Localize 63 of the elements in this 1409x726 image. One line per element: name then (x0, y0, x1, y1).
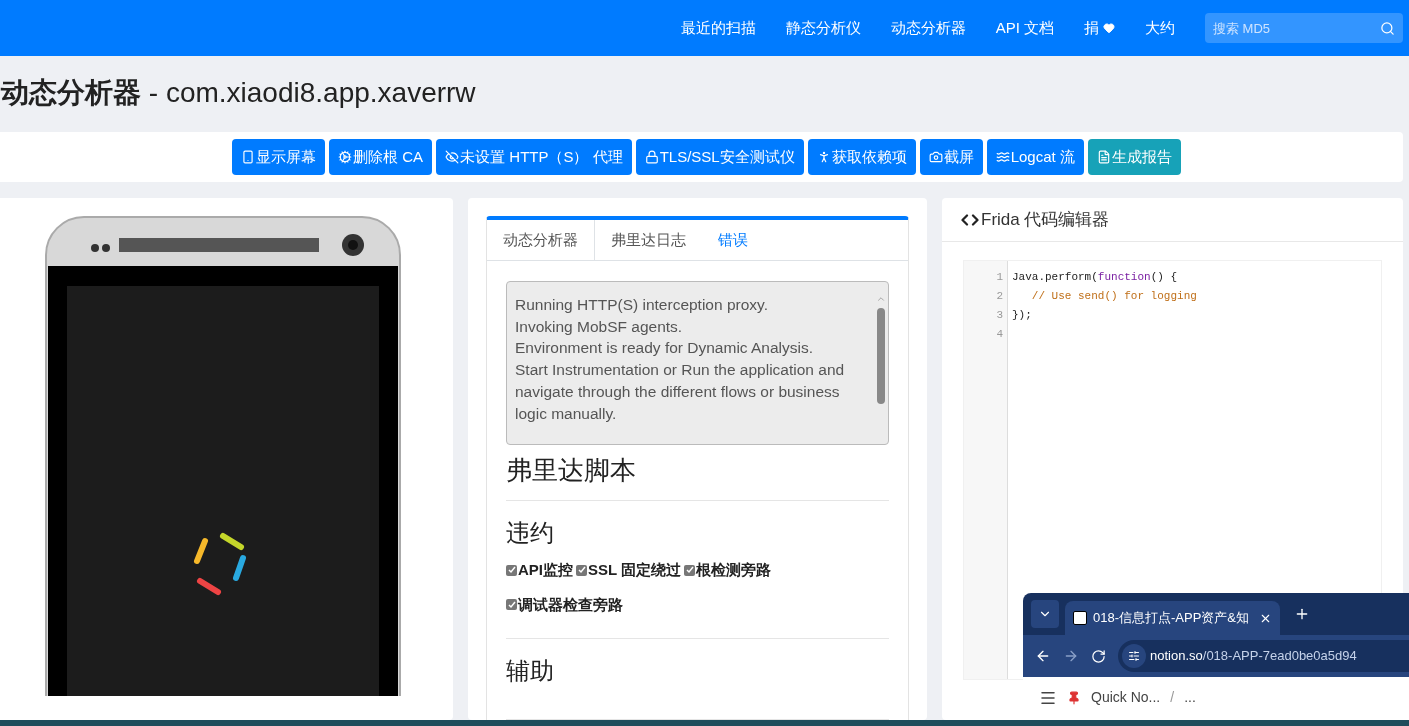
script-checkbox[interactable]: SSL 固定绕过 (576, 559, 682, 582)
document-icon (1096, 150, 1111, 164)
script-checkbox[interactable]: 根检测旁路 (684, 559, 772, 582)
code-token: () { (1150, 270, 1178, 285)
scripts-heading: 弗里达脚本 (506, 451, 889, 501)
action-button[interactable]: 删除根 CA (329, 139, 433, 175)
reload-icon[interactable] (1091, 648, 1106, 664)
line-number: 1 (995, 270, 1003, 285)
tab[interactable]: 弗里达日志 (595, 220, 702, 260)
action-button[interactable]: TLS/SSL安全测试仪 (635, 139, 804, 175)
new-tab-icon[interactable] (1294, 606, 1310, 622)
checkbox[interactable] (506, 564, 517, 576)
nav-link[interactable]: API 文档 (995, 16, 1054, 40)
nav-link[interactable]: 捐 (1084, 16, 1115, 40)
line-number: 3 (995, 308, 1003, 323)
breadcrumb-link[interactable]: Quick No... (1091, 687, 1161, 708)
forward-icon[interactable] (1063, 648, 1079, 664)
code-token: // Use send() for logging (1030, 289, 1197, 304)
code-token: Java.perform( (1012, 270, 1098, 285)
nav-link[interactable]: 动态分析器 (890, 16, 966, 40)
action-button[interactable]: Logcat 流 (986, 139, 1084, 175)
page-title: 动态分析器 - com.xiaodi8.app.xaverrw (1, 76, 477, 110)
phone-icon (241, 150, 256, 164)
search-field[interactable]: 搜索 MD5 (1205, 13, 1403, 43)
breadcrumb-separator: / (1170, 688, 1175, 707)
gear-icon (338, 150, 353, 164)
eye-off-icon (445, 150, 460, 164)
action-button[interactable]: 显示屏幕 (232, 139, 326, 175)
camera-icon (928, 150, 943, 164)
address-bar[interactable]: notion.so/018-APP-7ead0be0a5d94 (1118, 640, 1409, 672)
code-token: }); (1012, 308, 1032, 323)
line-number: 4 (995, 327, 1003, 342)
browser-tab[interactable]: 018-信息打点-APP资产&知 (1065, 601, 1280, 635)
nav-link[interactable]: 大约 (1145, 16, 1175, 40)
editor-title: Frida 代码编辑器 (981, 208, 1110, 231)
nav-link[interactable]: 最近的扫描 (680, 16, 756, 40)
address-text: notion.so/018-APP-7ead0be0a5d94 (1150, 647, 1357, 666)
notion-icon (1073, 611, 1087, 625)
script-checkbox[interactable]: 调试器检查旁路 (506, 593, 623, 616)
tab-title: 018-信息打点-APP资产&知 (1093, 609, 1251, 628)
search-icon (1380, 21, 1395, 36)
checkbox[interactable] (506, 599, 517, 611)
lock-icon (644, 150, 659, 164)
heart-icon (1103, 22, 1115, 34)
section-heading: 辅助 (506, 656, 555, 686)
pin-icon (1067, 690, 1081, 705)
checkbox[interactable] (684, 564, 696, 576)
section-heading: 违约 (506, 518, 555, 548)
script-checkbox[interactable]: API监控 (506, 559, 573, 582)
checkbox[interactable] (576, 564, 587, 576)
code-token: function (1097, 270, 1151, 285)
site-settings-icon (1128, 650, 1140, 662)
waves-icon (995, 150, 1010, 164)
action-button[interactable]: 生成报告 (1087, 139, 1181, 175)
action-button[interactable]: 未设置 HTTP（S） 代理 (436, 139, 632, 175)
action-button[interactable]: 获取依赖项 (807, 139, 916, 175)
log-text: Running HTTP(S) interception proxy. Invoking MobSF agents. Environment is ready for Dynamic Analysis. Start Instrumentation or Run the application and navigate through the different flows or business logic manually. (515, 295, 846, 424)
action-button[interactable]: 截屏 (919, 139, 983, 175)
back-icon[interactable] (1035, 648, 1051, 664)
breadcrumb-link[interactable]: ... (1184, 687, 1196, 708)
tab[interactable]: 错误 (702, 220, 764, 260)
line-number: 2 (995, 289, 1003, 304)
nav-link[interactable]: 静态分析仪 (785, 16, 861, 40)
